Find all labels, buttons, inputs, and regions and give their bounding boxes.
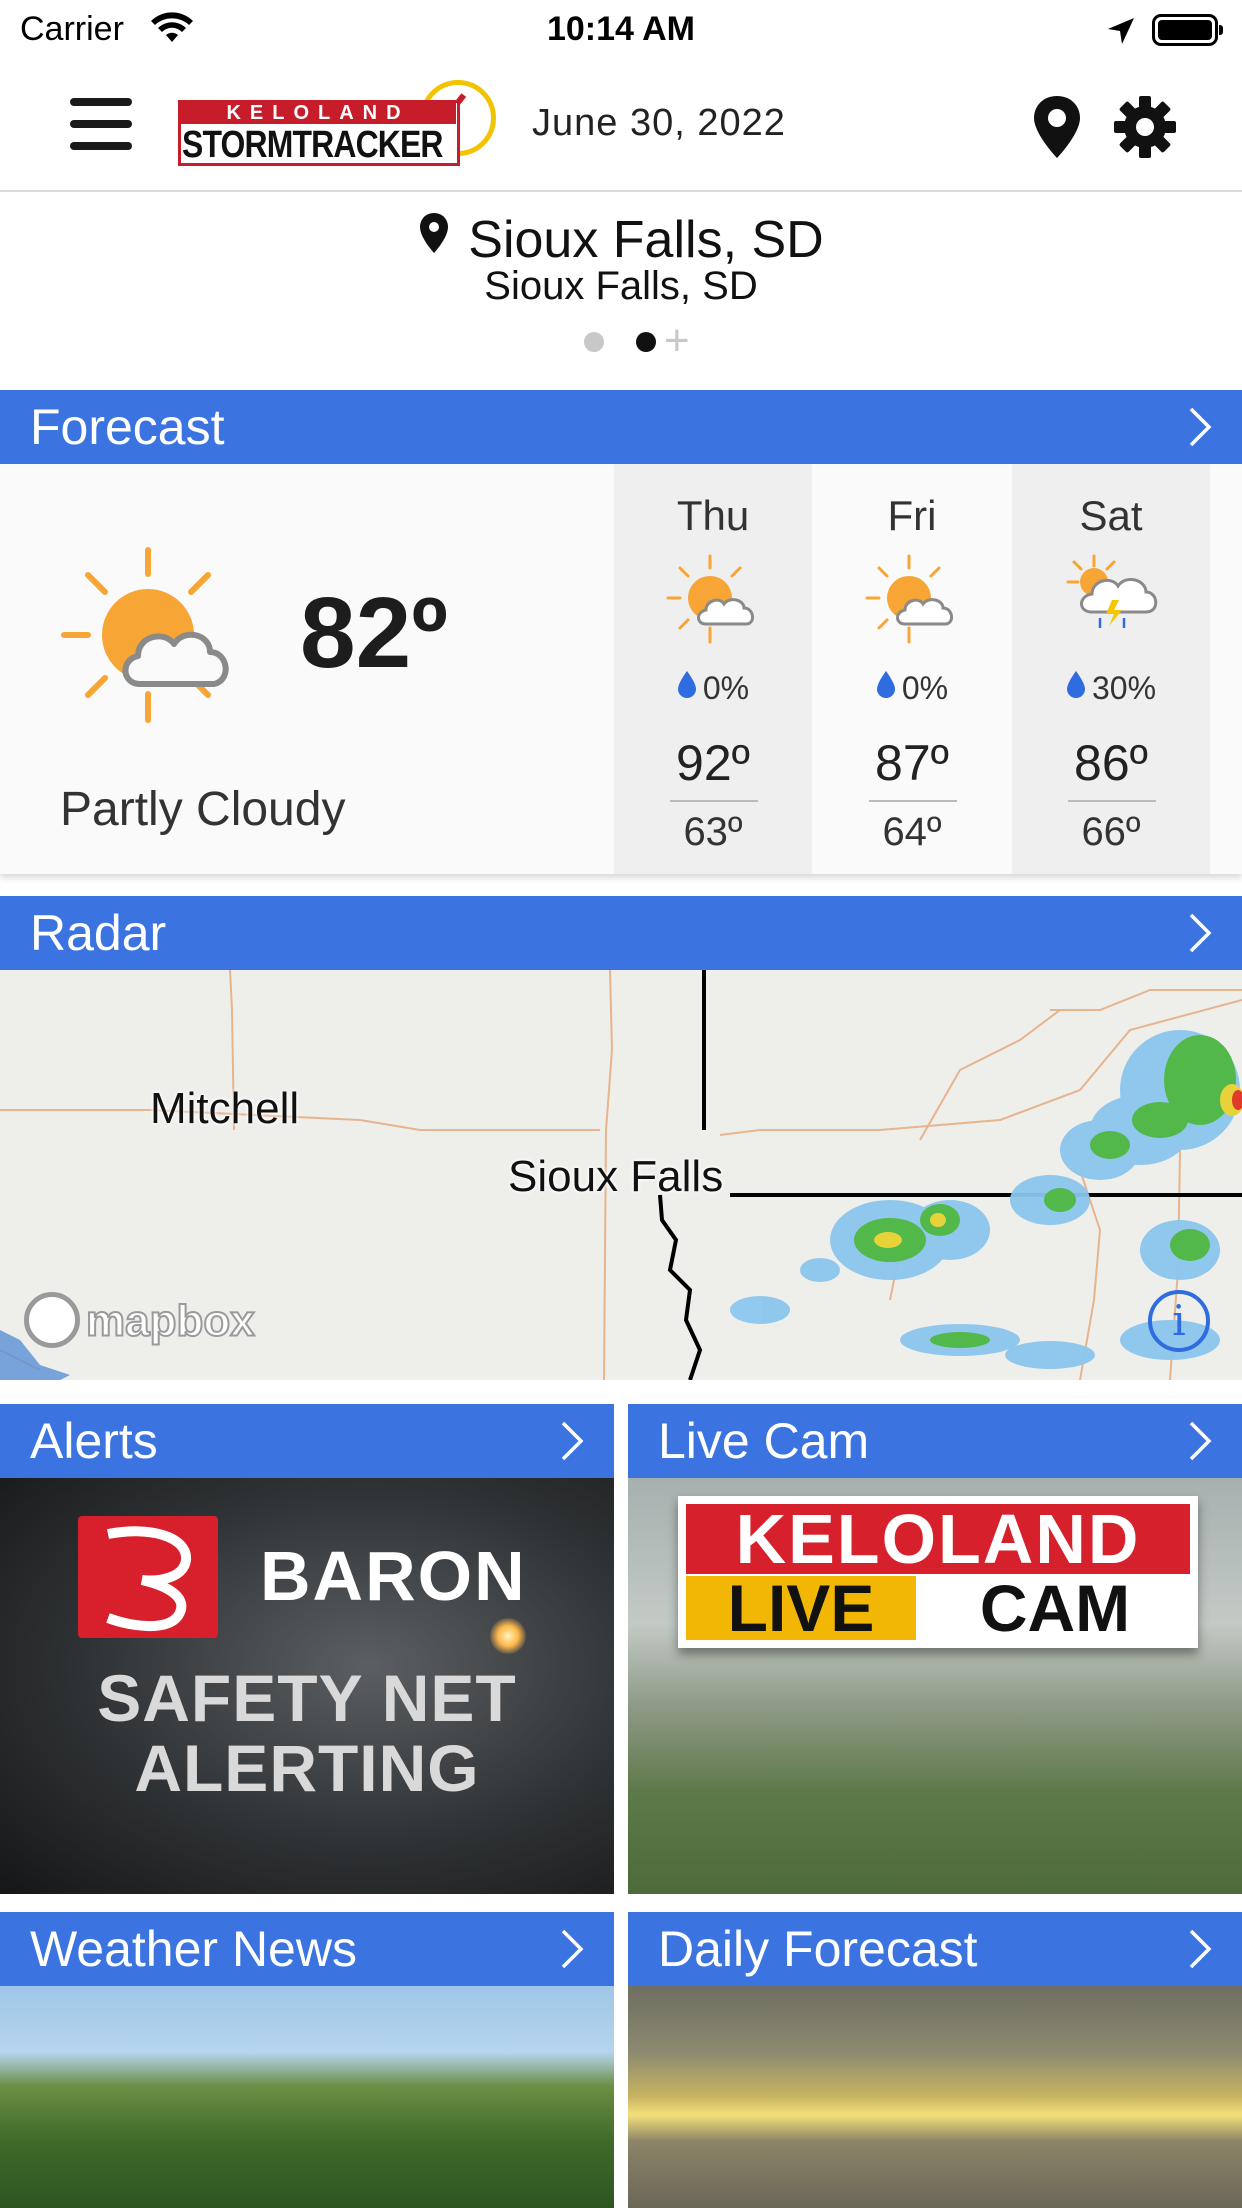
radar-header-title: Radar [30,905,167,961]
live-cam-header-title: Live Cam [658,1413,870,1469]
low-temp: 63º [683,810,743,854]
page-dot-1[interactable] [584,332,604,352]
page-dot-2-active[interactable] [636,332,656,352]
live-cam-tile[interactable]: Live Cam KELOLAND LIVE CAM [628,1404,1242,1894]
day-name: Fri [887,492,937,539]
raindrop-icon [876,669,896,706]
divider [1068,800,1156,802]
high-temp: 87º [875,735,949,791]
high-temp: 92º [676,735,750,791]
mapbox-logo: mapbox [24,1292,256,1352]
forecast-day-sat[interactable]: Sat 30% 86º 66º [1012,464,1210,874]
baron-logo-icon [78,1516,218,1638]
forecast-day-thu[interactable]: Thu 0% 92º 63º [614,464,812,874]
chevron-right-icon [1188,1420,1212,1467]
daily-forecast-header[interactable]: Daily Forecast [628,1912,1242,1986]
forecast-day-fri[interactable]: Fri 0% 87º 64º [813,464,1011,874]
partly-cloudy-icon [60,544,250,739]
low-temp: 64º [882,810,942,854]
location-services-icon [1106,16,1136,51]
settings-gear-icon[interactable] [1112,94,1178,165]
weather-news-tile[interactable]: Weather News [0,1912,614,2208]
raindrop-icon [1066,669,1086,706]
alerts-header[interactable]: Alerts [0,1404,614,1478]
map-label-mitchell: Mitchell [150,1084,300,1133]
high-temp: 86º [1074,735,1148,791]
battery-icon [1152,14,1223,46]
livecam-live-text: LIVE [686,1575,916,1641]
partly-cloudy-icon [666,552,762,653]
map-label-sioux-falls: Sioux Falls [508,1152,724,1201]
divider [869,800,957,802]
logo-top-text: KELOLAND [180,102,456,124]
livecam-top-text: KELOLAND [686,1504,1190,1574]
divider [670,800,758,802]
forecast-panel[interactable]: 82º Partly Cloudy Thu 0% 92º 63º Fri 0% … [0,464,1242,874]
forecast-header-title: Forecast [30,399,225,455]
location-title: Sioux Falls, SD [468,211,824,269]
livecam-logo: KELOLAND LIVE CAM [678,1496,1198,1648]
status-time: 10:14 AM [546,10,696,48]
streetlight-glow [490,1618,526,1654]
weather-news-image [0,1986,614,2208]
daily-forecast-tile[interactable]: Daily Forecast [628,1912,1242,2208]
thunderstorm-icon [1064,552,1160,653]
chevron-right-icon [1188,912,1212,959]
weather-news-header-title: Weather News [30,1921,357,1977]
radar-map[interactable]: Mitchell Sioux Falls mapbox i [0,970,1242,1380]
day-name: Thu [676,492,750,539]
daily-forecast-header-title: Daily Forecast [658,1921,978,1977]
location-subtitle: Sioux Falls, SD [484,264,758,308]
alerts-image: BARON SAFETY NET ALERTING [0,1478,614,1894]
baron-brand: BARON [260,1537,527,1615]
forecast-header[interactable]: Forecast [0,390,1242,464]
chevron-right-icon [1188,406,1212,453]
app-header: KELOLAND STORMTRACKER June 30, 2022 [0,62,1242,192]
radar-header[interactable]: Radar [0,896,1242,970]
location-selector[interactable]: Sioux Falls, SD Sioux Falls, SD + [0,192,1242,390]
daily-forecast-image [628,1986,1242,2208]
partly-cloudy-icon [865,552,961,653]
day-name: Sat [1079,492,1143,539]
chevron-right-icon [560,1420,584,1467]
stormtracker-logo: KELOLAND STORMTRACKER [176,80,506,176]
status-bar: Carrier 10:14 AM [0,0,1242,62]
map-pin-icon [418,207,450,267]
live-cam-image: KELOLAND LIVE CAM [628,1478,1242,1894]
logo-bottom-text: STORMTRACKER [182,124,443,166]
alerts-header-title: Alerts [30,1413,158,1469]
live-cam-header[interactable]: Live Cam [628,1404,1242,1478]
current-temperature: 82º [300,577,448,689]
weather-news-header[interactable]: Weather News [0,1912,614,1986]
chevron-right-icon [560,1928,584,1975]
raindrop-icon [677,669,697,706]
page-indicator: + [584,316,704,365]
alerts-line1: SAFETY NET [97,1661,517,1735]
header-date: June 30, 2022 [532,102,786,144]
precip-chance: 30% [1012,670,1210,709]
alerts-line2: ALERTING [134,1731,480,1805]
low-temp: 66º [1081,810,1141,854]
livecam-cam-text: CAM [979,1571,1131,1645]
info-icon[interactable]: i [1148,1290,1210,1352]
location-pin-button[interactable] [1030,94,1084,165]
mapbox-compass-icon [24,1292,80,1348]
alerts-tile[interactable]: Alerts BARON SAFETY NET ALERTING [0,1404,614,1894]
current-condition: Partly Cloudy [60,783,346,836]
precip-chance: 0% [813,670,1011,709]
add-location-plus-icon[interactable]: + [664,316,690,366]
precip-chance: 0% [614,670,812,709]
menu-button[interactable] [70,98,132,152]
chevron-right-icon [1188,1928,1212,1975]
